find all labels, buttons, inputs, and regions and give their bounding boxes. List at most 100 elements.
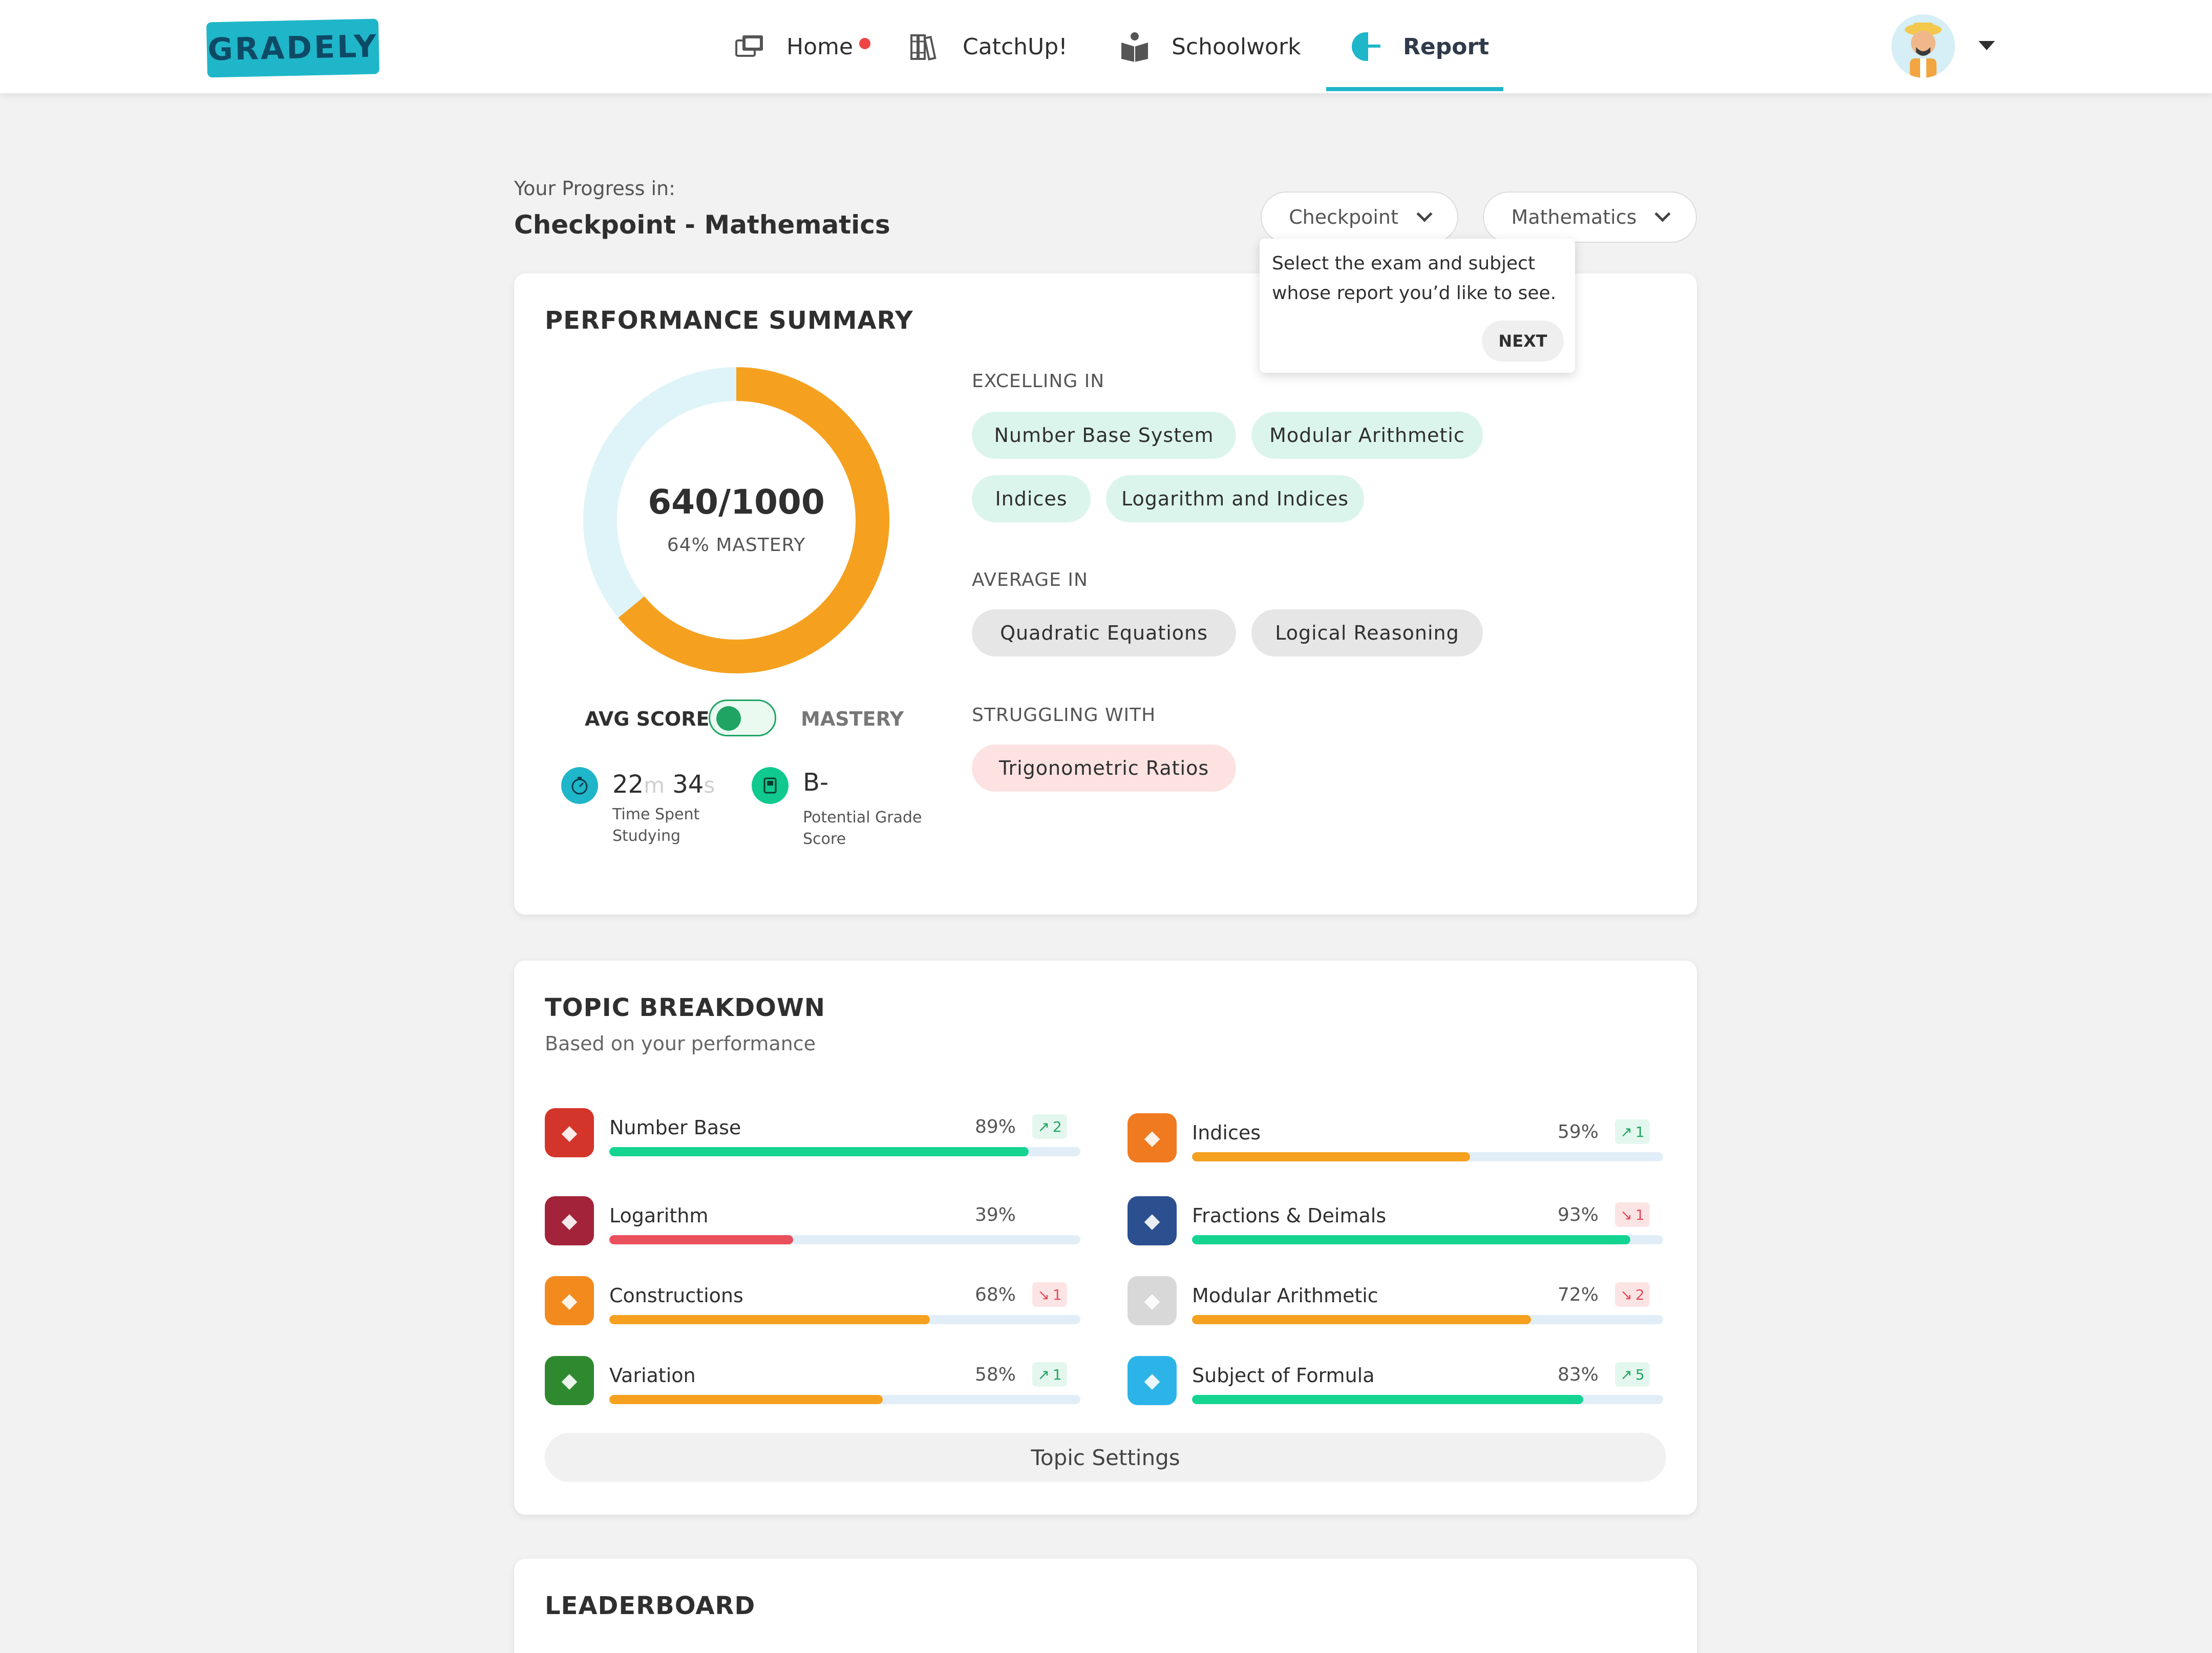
trending-down-icon: ↘ [1037,1286,1050,1303]
nav-item-label: Schoolwork [1172,33,1301,60]
active-tab-indicator [1326,87,1503,91]
topic-progress-fill [1192,1152,1470,1161]
topic-thumbnail-icon: ◆ [1128,1276,1177,1325]
potential-grade-caption: Potential Grade Score [803,809,922,848]
excelling-chip[interactable]: Modular Arithmetic [1251,412,1483,459]
topic-progress-bar [609,1235,1080,1244]
trend-up-badge: ↗ 1 [1032,1362,1067,1387]
card-title: LEADERBOARD [545,1592,756,1620]
topic-row[interactable]: ◆ Indices 59% ↗ 1 [1128,1113,1663,1170]
nav-item-schoolwork[interactable]: Schoolwork [1118,0,1301,93]
nav-item-home[interactable]: Home [733,0,853,93]
chevron-down-icon [1654,206,1671,222]
avatar[interactable] [1891,14,1955,78]
topic-name: Logarithm [609,1204,709,1227]
trend-up-badge: ↗ 5 [1615,1362,1650,1387]
trend-down-badge: ↘ 1 [1615,1202,1650,1227]
topic-row[interactable]: ◆ Number Base 89% ↗ 2 [545,1108,1080,1164]
topic-percentage: 89% [974,1116,1016,1137]
average-chip[interactable]: Logical Reasoning [1251,609,1483,656]
topic-row[interactable]: ◆ Constructions 68% ↘ 1 [545,1276,1080,1332]
topic-progress-bar [609,1315,1080,1324]
trend-change-value: 1 [1635,1206,1645,1223]
excelling-chip[interactable]: Logarithm and Indices [1106,475,1364,522]
trend-up-badge: ↗ 2 [1032,1114,1067,1139]
topic-name: Variation [609,1364,696,1387]
topic-percentage: 68% [974,1284,1016,1305]
user-avatar-icon [1891,14,1955,78]
card-subtitle: Based on your performance [545,1032,816,1055]
mastery-label: MASTERY [801,708,904,730]
gradely-logo[interactable]: GRADELY [206,18,380,78]
topic-row[interactable]: ◆ Modular Arithmetic 72% ↘ 2 [1128,1276,1663,1332]
subject-select-value: Mathematics [1511,206,1637,228]
exam-select[interactable]: Checkpoint [1261,192,1458,243]
next-button[interactable]: NEXT [1482,321,1564,362]
excelling-chip[interactable]: Indices [972,475,1091,522]
trending-up-icon: ↗ [1037,1366,1050,1383]
topic-progress-bar [1192,1235,1663,1244]
topic-thumbnail-icon: ◆ [545,1276,594,1325]
trend-change-value: 5 [1635,1366,1645,1383]
trend-down-badge: ↘ 2 [1615,1282,1650,1307]
onboarding-tooltip: Select the exam and subject whose report… [1260,239,1575,373]
topic-progress-fill [1192,1395,1583,1404]
average-label: AVERAGE IN [972,569,1088,590]
trend-change-value: 1 [1635,1123,1645,1140]
time-spent-value: 22m 34s [612,770,715,799]
topic-thumbnail-icon: ◆ [1128,1196,1177,1245]
trending-up-icon: ↗ [1620,1123,1632,1140]
topic-settings-button[interactable]: Topic Settings [545,1433,1666,1482]
topic-name: Modular Arithmetic [1192,1284,1378,1307]
topic-percentage: 58% [974,1364,1016,1385]
topic-thumbnail-icon: ◆ [1128,1113,1177,1162]
exam-select-value: Checkpoint [1289,206,1398,228]
excelling-label: EXCELLING IN [972,371,1105,392]
topic-name: Subject of Formula [1192,1364,1375,1387]
topic-percentage: 59% [1557,1121,1599,1142]
trending-up-icon: ↗ [1037,1118,1050,1135]
topic-row[interactable]: ◆ Logarithm 39% [545,1196,1080,1253]
home-cards-icon [735,35,763,57]
topic-row[interactable]: ◆ Variation 58% ↗ 1 [545,1356,1080,1412]
topic-progress-fill [609,1395,883,1404]
nav-item-report[interactable]: Report [1350,0,1489,93]
topic-thumbnail-icon: ◆ [545,1108,594,1157]
topic-progress-bar [609,1395,1080,1404]
trend-up-badge: ↗ 1 [1615,1119,1650,1144]
topic-name: Number Base [609,1116,741,1139]
subject-select[interactable]: Mathematics [1483,192,1697,243]
card-title: TOPIC BREAKDOWN [545,993,825,1022]
average-chip[interactable]: Quadratic Equations [972,609,1236,656]
topic-progress-fill [609,1235,793,1244]
struggling-chip[interactable]: Trigonometric Ratios [972,745,1236,792]
avg-score-label: AVG SCORE [585,708,710,730]
topic-percentage: 93% [1557,1204,1599,1225]
chevron-down-icon [1416,206,1433,222]
topic-row[interactable]: ◆ Subject of Formula 83% ↗ 5 [1128,1356,1663,1412]
score-value: 640/1000 [648,482,825,522]
nav-item-label: Report [1403,33,1490,60]
trending-down-icon: ↘ [1620,1206,1632,1223]
trend-change-value: 2 [1052,1118,1062,1135]
excelling-chip[interactable]: Number Base System [972,412,1236,459]
score-mastery-toggle[interactable] [709,700,776,736]
card-title: PERFORMANCE SUMMARY [545,306,913,335]
reading-icon [1121,32,1148,62]
chevron-down-icon[interactable] [1979,41,1995,50]
toggle-knob [716,706,741,731]
notification-dot [859,38,870,49]
topic-row[interactable]: ◆ Fractions & Deimals 93% ↘ 1 [1128,1196,1663,1253]
topic-progress-fill [609,1147,1029,1156]
mastery-value: 64% MASTERY [667,535,806,556]
leaderboard-card: LEADERBOARD [514,1559,1697,1653]
topic-progress-fill [609,1315,930,1324]
nav-item-catchup[interactable]: CatchUp! [909,0,1068,93]
nav-item-label: Home [786,33,853,60]
trending-down-icon: ↘ [1620,1286,1632,1303]
topic-progress-fill [1192,1315,1532,1324]
nav-item-label: CatchUp! [963,33,1068,60]
trend-change-value: 1 [1052,1366,1062,1383]
topic-progress-fill [1192,1235,1630,1244]
topic-progress-bar [1192,1152,1663,1161]
